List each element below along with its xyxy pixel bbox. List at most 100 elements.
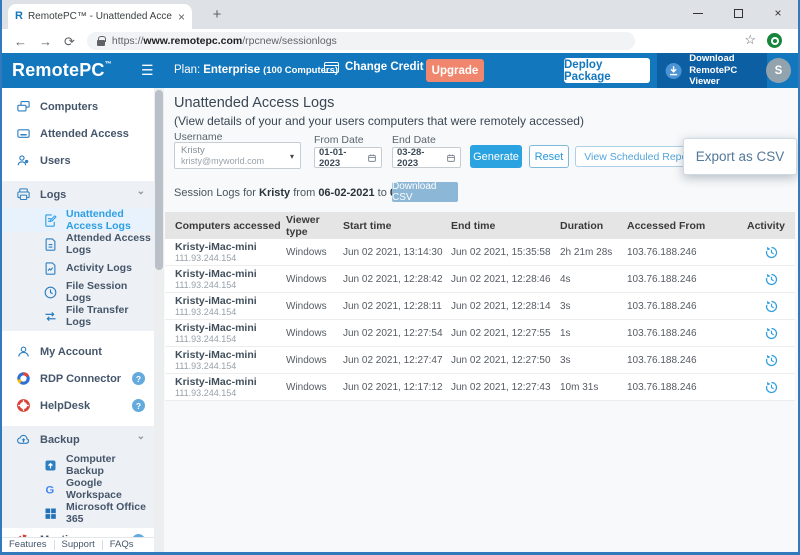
sidebar-item-label: Microsoft Office 365: [66, 501, 154, 525]
chevron-down-icon[interactable]: ⌄: [137, 431, 145, 442]
sidebar-item-file-session-logs[interactable]: File Session Logs: [2, 280, 154, 304]
end-time: Jun 02 2021, 12:28:14: [451, 301, 560, 312]
hamburger-menu-icon[interactable]: ☰: [141, 62, 154, 79]
sidebar-item-label: Attended Access: [40, 128, 129, 140]
user-avatar[interactable]: S: [766, 58, 791, 83]
accessed-from: 103.76.188.246: [627, 328, 747, 339]
tab-close-icon[interactable]: ×: [178, 11, 185, 23]
start-time: Jun 02 2021, 12:28:42: [343, 274, 451, 285]
calendar-icon[interactable]: [446, 153, 456, 163]
generate-button[interactable]: Generate: [470, 145, 522, 168]
footer-link-faqs[interactable]: FAQs: [103, 540, 141, 550]
start-time: Jun 02 2021, 13:14:30: [343, 247, 451, 258]
username-dropdown[interactable]: Kristy kristy@myworld.com ▾: [174, 142, 301, 169]
table-row: Kristy-iMac-mini111.93.244.154 Windows J…: [165, 266, 795, 293]
sidebar-item-google-workspace[interactable]: G Google Workspace: [2, 477, 154, 501]
forward-icon[interactable]: →: [39, 35, 52, 48]
remotepc-favicon-icon: R: [15, 11, 23, 22]
bookmark-star-icon[interactable]: ☆: [744, 32, 756, 48]
sidebar-item-label: Computer Backup: [66, 453, 154, 477]
main-content: Unattended Access Logs (View details of …: [164, 88, 798, 552]
sidebar-item-computer-backup[interactable]: Computer Backup: [2, 453, 154, 477]
from-date-input[interactable]: 01-01-2023: [314, 147, 382, 168]
helpdesk-lifesaver-icon: [15, 398, 31, 414]
col-accessed-from: Accessed From: [627, 220, 747, 232]
session-history-icon[interactable]: [764, 299, 779, 314]
page-title: Unattended Access Logs: [174, 95, 334, 111]
google-g-icon: G: [42, 481, 58, 497]
sidebar-item-activity-logs[interactable]: Activity Logs: [2, 256, 154, 280]
window-close-button[interactable]: ×: [758, 0, 798, 26]
extension-icon[interactable]: [767, 33, 782, 48]
sidebar-item-label: Google Workspace: [66, 477, 154, 501]
sidebar-item-computers[interactable]: Computers: [2, 93, 154, 120]
end-time: Jun 02 2021, 12:27:43: [451, 382, 560, 393]
start-time: Jun 02 2021, 12:28:11: [343, 301, 451, 312]
computers-icon: [15, 99, 31, 115]
sidebar-item-label: File Session Logs: [66, 280, 154, 304]
session-history-icon[interactable]: [764, 272, 779, 287]
col-duration: Duration: [560, 220, 627, 232]
username-value: Kristy: [181, 145, 294, 156]
download-csv-button[interactable]: Download CSV: [392, 182, 458, 202]
sidebar-item-attended-access-logs[interactable]: Attended Access Logs: [2, 232, 154, 256]
computer-name: Kristy-iMac-mini: [175, 376, 286, 388]
session-history-icon[interactable]: [764, 380, 779, 395]
download-icon: [664, 61, 683, 81]
sidebar-item-unattended-access-logs[interactable]: Unattended Access Logs: [2, 208, 154, 232]
chevron-down-icon[interactable]: ⌄: [137, 186, 145, 197]
start-time: Jun 02 2021, 12:27:47: [343, 355, 451, 366]
clock-icon: [42, 284, 58, 300]
sidebar-item-my-account[interactable]: My Account: [2, 338, 154, 365]
sidebar-item-file-transfer-logs[interactable]: File Transfer Logs: [2, 304, 154, 328]
computer-name: Kristy-iMac-mini: [175, 322, 286, 334]
help-icon[interactable]: ?: [132, 372, 145, 385]
sidebar-item-backup[interactable]: Backup ⌄: [2, 426, 154, 453]
sidebar-item-logs[interactable]: Logs ⌄: [2, 181, 154, 208]
col-start-time: Start time: [343, 220, 451, 232]
new-tab-button[interactable]: +: [206, 3, 228, 25]
col-viewer-type: Viewer type: [286, 214, 343, 238]
download-viewer-button[interactable]: DownloadRemotePC Viewer: [657, 53, 767, 88]
sidebar-item-label: HelpDesk: [40, 400, 90, 412]
footer-link-support[interactable]: Support: [55, 540, 103, 550]
table-row: Kristy-iMac-mini111.93.244.154 Windows J…: [165, 347, 795, 374]
upgrade-button[interactable]: Upgrade: [426, 59, 484, 82]
sidebar-item-helpdesk[interactable]: HelpDesk ?: [2, 392, 154, 419]
app-header: RemotePC™ ☰ Plan:Enterprise(100 Computer…: [2, 53, 798, 88]
help-icon[interactable]: ?: [132, 399, 145, 412]
person-icon: [15, 344, 31, 360]
scrollbar-thumb[interactable]: [155, 90, 163, 270]
sidebar-item-users[interactable]: Users: [2, 147, 154, 174]
browser-tab[interactable]: R RemotePC™ - Unattended Acce ×: [8, 4, 192, 29]
back-icon[interactable]: ←: [14, 35, 27, 48]
address-field[interactable]: https://www.remotepc.com/rpcnew/sessionl…: [87, 32, 635, 50]
sidebar-scrollbar[interactable]: [154, 88, 164, 552]
sidebar-item-label: Unattended Access Logs: [66, 208, 154, 232]
microsoft-grid-icon: [42, 505, 58, 521]
page-subtitle: (View details of your and your users com…: [174, 114, 584, 128]
end-date-input[interactable]: 03-28-2023: [392, 147, 461, 168]
sidebar-item-attended-access[interactable]: Attended Access: [2, 120, 154, 147]
viewer-type: Windows: [286, 247, 343, 258]
sidebar-group-logs: Logs ⌄ Unattended Access Logs Attended A…: [2, 181, 154, 331]
computer-ip: 111.93.244.154: [175, 388, 286, 398]
session-history-icon[interactable]: [764, 326, 779, 341]
sidebar-item-label: My Account: [40, 346, 102, 358]
session-history-icon[interactable]: [764, 245, 779, 260]
calendar-icon[interactable]: [367, 153, 377, 163]
session-history-icon[interactable]: [764, 353, 779, 368]
window-maximize-button[interactable]: [718, 0, 758, 26]
reset-button[interactable]: Reset: [529, 145, 569, 168]
export-as-csv-button[interactable]: Export as CSV: [683, 138, 797, 175]
refresh-icon[interactable]: ⟳: [64, 35, 75, 48]
sidebar-item-rdp-connector[interactable]: RDP Connector ?: [2, 365, 154, 392]
deploy-package-button[interactable]: Deploy Package: [564, 58, 650, 83]
footer-link-features[interactable]: Features: [2, 540, 55, 550]
duration: 3s: [560, 355, 627, 366]
sidebar-item-microsoft-office-365[interactable]: Microsoft Office 365: [2, 501, 154, 525]
duration: 10m 31s: [560, 382, 627, 393]
cloud-upload-icon: [15, 432, 31, 448]
window-minimize-button[interactable]: [678, 0, 718, 26]
computer-name: Kristy-iMac-mini: [175, 349, 286, 361]
